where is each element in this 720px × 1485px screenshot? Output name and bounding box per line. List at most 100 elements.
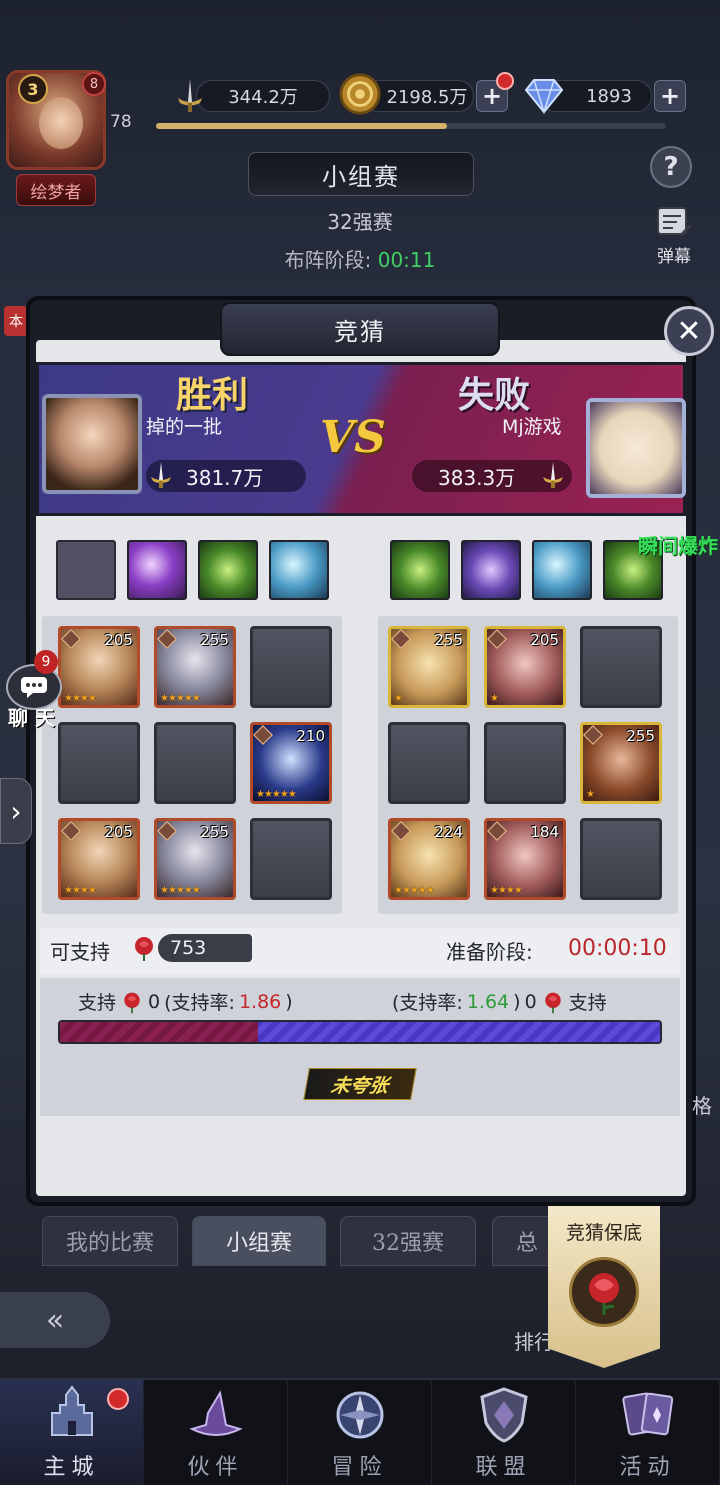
skill-slot[interactable] bbox=[461, 540, 521, 600]
xp-bar-fill bbox=[156, 123, 447, 129]
shield-icon bbox=[479, 1387, 528, 1443]
hero-stars: ★★★★★ bbox=[256, 789, 297, 800]
empty-hero-slot[interactable] bbox=[250, 818, 332, 900]
hero-stars: ★ bbox=[490, 693, 499, 704]
empty-hero-slot[interactable] bbox=[250, 626, 332, 708]
empty-hero-slot[interactable] bbox=[58, 722, 140, 804]
gold-coin-icon bbox=[338, 72, 382, 116]
right-support-button[interactable]: 支持 bbox=[569, 988, 607, 1015]
nav-label: 联盟 bbox=[475, 1455, 532, 1480]
bottom-navigation: 主城 伙伴 冒险 联盟 活动 bbox=[0, 1378, 720, 1485]
element-icon bbox=[157, 821, 177, 841]
gold-notification-dot bbox=[496, 72, 514, 90]
skill-slot[interactable] bbox=[127, 540, 187, 600]
power-value: 344.2万 bbox=[228, 87, 298, 108]
skill-slot[interactable] bbox=[390, 540, 450, 600]
nav-label: 冒险 bbox=[331, 1455, 388, 1480]
left-rate-prefix: (支持率: bbox=[164, 992, 235, 1014]
close-button[interactable]: ✕ bbox=[664, 306, 714, 356]
hero-card[interactable]: 255 ★ bbox=[388, 626, 470, 708]
right-support-rate: 1.64 bbox=[466, 990, 510, 1013]
right-player-name: Mj游戏 bbox=[502, 416, 562, 438]
sword-power-icon bbox=[168, 74, 212, 118]
element-icon bbox=[391, 821, 411, 841]
hero-level: 184 bbox=[530, 823, 559, 841]
right-rate-suffix: ) bbox=[513, 990, 521, 1013]
hero-card[interactable]: 205 ★★★★ bbox=[58, 626, 140, 708]
hero-card[interactable]: 184 ★★★★ bbox=[484, 818, 566, 900]
burst-text: 瞬间爆炸 bbox=[638, 534, 718, 558]
side-tag: 本 bbox=[4, 306, 28, 336]
right-sword-icon bbox=[543, 462, 563, 488]
support-count: 753 bbox=[158, 934, 252, 962]
hero-card[interactable]: 205 ★★★★ bbox=[58, 818, 140, 900]
rose-icon bbox=[135, 937, 153, 961]
skill-slot[interactable] bbox=[198, 540, 258, 600]
deploy-phase: 布阵阶段: 00:11 bbox=[0, 244, 720, 273]
empty-hero-slot[interactable] bbox=[154, 722, 236, 804]
element-icon bbox=[391, 629, 411, 649]
guarantee-rose-icon bbox=[569, 1257, 639, 1327]
right-power-value: 383.3万 bbox=[438, 465, 516, 490]
round-label: 32强赛 bbox=[327, 210, 393, 234]
nav-events[interactable]: 活动 bbox=[576, 1380, 720, 1485]
skill-slot[interactable] bbox=[56, 540, 116, 600]
hero-card[interactable]: 255 ★★★★★ bbox=[154, 818, 236, 900]
help-button[interactable]: ? bbox=[650, 146, 692, 188]
left-support-rate: 1.86 bbox=[238, 990, 282, 1013]
guarantee-label: 竞猜保底 bbox=[565, 1222, 642, 1244]
back-button[interactable]: « bbox=[0, 1292, 110, 1348]
right-player-portrait[interactable] bbox=[586, 398, 686, 498]
left-power-value: 381.7万 bbox=[186, 465, 264, 490]
empty-hero-slot[interactable] bbox=[484, 722, 566, 804]
left-rate-suffix: ) bbox=[285, 990, 293, 1013]
hero-level: 255 bbox=[434, 631, 463, 649]
tab-group-stage[interactable]: 小组赛 bbox=[192, 1216, 326, 1266]
modal-title: 竞猜 bbox=[220, 302, 500, 356]
hero-card[interactable]: 255 ★ bbox=[580, 722, 662, 804]
add-gem-button[interactable]: + bbox=[654, 80, 686, 112]
left-sword-icon bbox=[151, 462, 171, 488]
hero-card[interactable]: 210 ★★★★★ bbox=[250, 722, 332, 804]
left-player-name: 掉的一批 bbox=[146, 416, 223, 438]
left-player-portrait[interactable] bbox=[42, 394, 142, 494]
expand-side-panel-button[interactable]: › bbox=[0, 778, 32, 844]
empty-hero-slot[interactable] bbox=[580, 818, 662, 900]
hero-level: 205 bbox=[530, 631, 559, 649]
hero-card[interactable]: 255 ★★★★★ bbox=[154, 626, 236, 708]
hero-stars: ★★★★ bbox=[64, 693, 97, 704]
deploy-time: 00:11 bbox=[377, 248, 436, 272]
nav-main-city[interactable]: 主城 bbox=[0, 1380, 144, 1485]
left-support-button[interactable]: 支持 bbox=[78, 988, 116, 1015]
skill-slot[interactable] bbox=[269, 540, 329, 600]
hero-stars: ★★★★★ bbox=[394, 885, 435, 896]
tab-top-32[interactable]: 32强赛 bbox=[340, 1216, 476, 1266]
chat-label: 聊 天 bbox=[8, 706, 55, 730]
hero-stars: ★★★★ bbox=[490, 885, 523, 896]
chevron-right-icon: › bbox=[10, 794, 22, 828]
hero-level: 255 bbox=[200, 631, 229, 649]
support-ratio-left bbox=[60, 1022, 258, 1042]
chat-unread-badge: 9 bbox=[34, 650, 58, 674]
hero-level: 255 bbox=[626, 727, 655, 745]
rose-icon bbox=[124, 992, 140, 1013]
nav-partners[interactable]: 伙伴 bbox=[144, 1380, 288, 1485]
element-icon bbox=[157, 629, 177, 649]
element-icon bbox=[61, 629, 81, 649]
empty-hero-slot[interactable] bbox=[580, 626, 662, 708]
nav-label: 伙伴 bbox=[187, 1455, 244, 1480]
hero-card[interactable]: 205 ★ bbox=[484, 626, 566, 708]
nav-alliance[interactable]: 联盟 bbox=[432, 1380, 576, 1485]
hero-card[interactable]: 224 ★★★★★ bbox=[388, 818, 470, 900]
nav-adventure[interactable]: 冒险 bbox=[288, 1380, 432, 1485]
avatar-level-badge: 3 bbox=[18, 74, 48, 104]
compass-icon bbox=[336, 1391, 383, 1439]
guess-guarantee-button[interactable]: 竞猜保底 bbox=[548, 1206, 660, 1368]
skill-slot[interactable] bbox=[532, 540, 592, 600]
empty-hero-slot[interactable] bbox=[388, 722, 470, 804]
deploy-label: 布阵阶段: bbox=[284, 248, 372, 272]
tab-my-matches[interactable]: 我的比赛 bbox=[42, 1216, 178, 1266]
player-title-tag[interactable]: 绘梦者 bbox=[16, 174, 96, 206]
element-icon bbox=[487, 629, 507, 649]
element-icon bbox=[253, 725, 273, 745]
